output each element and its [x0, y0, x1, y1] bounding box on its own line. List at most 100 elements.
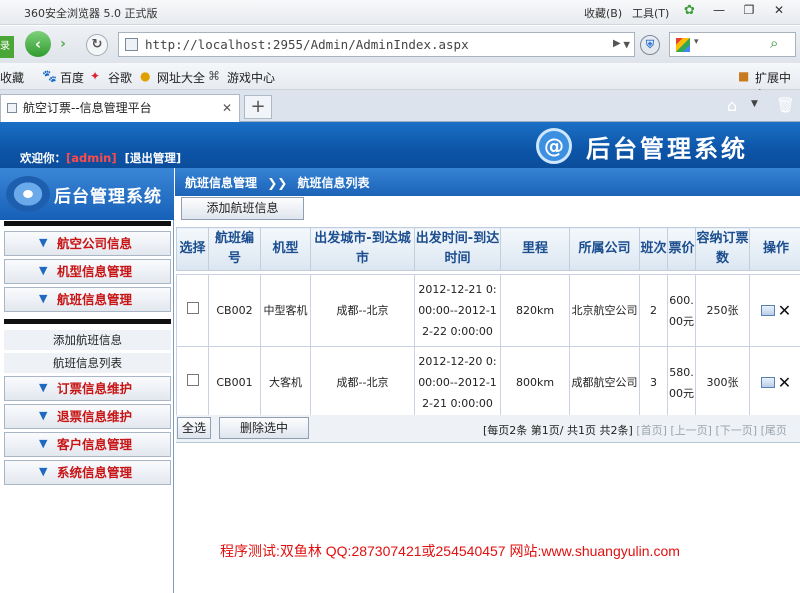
browser-title-bar: 360安全浏览器 5.0 正式版 收藏(B) 工具(T) ✿ — ❐ ✕: [0, 0, 800, 25]
bookmark-webnav[interactable]: 网址大全: [157, 69, 205, 86]
search-icon[interactable]: ⌕: [770, 34, 778, 52]
webnav-icon: ●: [140, 69, 151, 83]
pager-total: 共2条]: [599, 424, 633, 437]
pager-next[interactable]: [下一页]: [715, 424, 757, 437]
login-button[interactable]: 录: [0, 36, 14, 58]
table-row: CB002 中型客机 成都--北京 2012-12-21 0:00:00--20…: [176, 274, 800, 347]
sidebar-item-customer[interactable]: ▼ 客户信息管理: [4, 432, 171, 457]
cell-company: 北京航空公司: [569, 274, 640, 347]
cell-route: 成都--北京: [310, 274, 415, 347]
row-checkbox[interactable]: [186, 302, 199, 314]
sidebar-item-label: 航班信息管理: [57, 292, 133, 307]
tools-menu[interactable]: 工具(T): [632, 5, 669, 21]
sidebar-brand-title: 后台管理系统: [54, 187, 162, 207]
system-logo-icon: @: [536, 128, 572, 164]
tab-active[interactable]: 航空订票--信息管理平台 ✕: [0, 94, 240, 122]
column-header: 票价: [667, 227, 696, 271]
pager-prev[interactable]: [上一页]: [670, 424, 712, 437]
sidebar-item-airline[interactable]: ▼ 航空公司信息: [4, 231, 171, 256]
go-icon[interactable]: ▶: [613, 38, 625, 50]
cell-type: 大客机: [260, 346, 311, 419]
sidebar-sub-flight-list[interactable]: 航班信息列表: [4, 353, 171, 373]
sidebar-item-refund[interactable]: ▼ 退票信息维护: [4, 404, 171, 429]
delete-selected-button[interactable]: 删除选中: [219, 417, 309, 439]
sidebar-item-label: 系统信息管理: [57, 465, 133, 480]
pager-total-pages: 共1页: [567, 424, 596, 437]
add-flight-button[interactable]: 添加航班信息: [181, 197, 304, 220]
brand-logo-icon: [6, 176, 50, 212]
sidebar: 后台管理系统 ▼ 航空公司信息 ▼ 机型信息管理 ▼ 航班信息管理 添加航班信息 航班…: [0, 168, 174, 593]
sidebar-item-booking[interactable]: ▼ 订票信息维护: [4, 376, 171, 401]
edit-icon[interactable]: [760, 305, 775, 317]
delete-icon[interactable]: ✕: [778, 372, 791, 393]
back-icon[interactable]: ‹: [25, 31, 51, 57]
breadcrumb-page: 航班信息列表: [297, 176, 370, 190]
divider: [4, 221, 171, 226]
sidebar-sub-add-flight[interactable]: 添加航班信息: [4, 330, 171, 350]
sidebar-item-label: 客户信息管理: [57, 437, 133, 452]
menu-icon: ▼: [39, 236, 48, 249]
menu-icon: ▼: [39, 465, 48, 478]
skin-icon[interactable]: ✿: [684, 3, 695, 18]
bookmark-baidu[interactable]: 百度: [60, 69, 84, 86]
maximize-icon[interactable]: ❐: [738, 3, 760, 19]
pager-per-page: [每页2条: [483, 424, 528, 437]
address-url[interactable]: http://localhost:2955/Admin/AdminIndex.a…: [145, 33, 469, 56]
tab-page-icon: [7, 103, 17, 113]
search-box[interactable]: ▾ ⌕: [669, 32, 796, 57]
cell-trips: 2: [639, 274, 668, 347]
cell-time: 2012-12-20 0:00:00--2012-12-21 0:00:00: [414, 346, 501, 419]
bookmark-google[interactable]: 谷歌: [108, 69, 132, 86]
menu-icon: ▼: [39, 437, 48, 450]
gamepad-icon: ⌘: [208, 69, 220, 83]
sidebar-item-label: 订票信息维护: [57, 381, 133, 396]
cell-price: 580.00元: [667, 346, 696, 419]
edit-icon[interactable]: [760, 377, 775, 389]
logout-link[interactable]: [退出管理]: [125, 151, 182, 165]
sidebar-item-label: 机型信息管理: [57, 264, 133, 279]
flight-table: 选择 航班编号 机型 出发城市-到达城市 出发时间-到达时间 里程 所属公司 班…: [176, 227, 800, 419]
row-checkbox[interactable]: [186, 374, 199, 386]
tab-title: 航空订票--信息管理平台: [23, 101, 152, 115]
google-icon[interactable]: [676, 38, 690, 52]
baidu-icon: 🐾: [42, 69, 57, 83]
column-header: 里程: [500, 227, 570, 271]
sidebar-item-system[interactable]: ▼ 系统信息管理: [4, 460, 171, 485]
menu-icon: ▼: [39, 381, 48, 394]
address-bar[interactable]: http://localhost:2955/Admin/AdminIndex.a…: [118, 32, 635, 57]
refresh-icon[interactable]: ↻: [86, 34, 108, 56]
sidebar-item-aircraft[interactable]: ▼ 机型信息管理: [4, 259, 171, 284]
forward-icon[interactable]: ›: [54, 35, 72, 53]
minimize-icon[interactable]: —: [708, 3, 730, 19]
favorites-menu[interactable]: 收藏(B): [584, 5, 622, 21]
home-icon[interactable]: ⌂: [727, 96, 737, 115]
google-bookmark-icon: ✦: [90, 69, 101, 83]
cell-seats: 300张: [695, 346, 750, 419]
cell-company: 成都航空公司: [569, 346, 640, 419]
tab-close-icon[interactable]: ✕: [222, 95, 232, 121]
system-title: 后台管理系统: [586, 135, 748, 163]
welcome-label: 欢迎你：: [20, 151, 66, 165]
pager: [每页2条 第1页/ 共1页 共2条] [首页] [上一页] [下一页] [尾页: [483, 424, 787, 437]
menu-icon: ▼: [39, 292, 48, 305]
sidebar-brand: 后台管理系统: [0, 168, 174, 220]
cell-route: 成都--北京: [310, 346, 415, 419]
credits-footer: 程序测试:双鱼林 QQ:287307421或254540457 网站:www.s…: [220, 543, 680, 559]
home-dropdown-icon[interactable]: ▼: [751, 99, 758, 109]
delete-icon[interactable]: ✕: [778, 300, 791, 321]
table-header: 选择 航班编号 机型 出发城市-到达城市 出发时间-到达时间 里程 所属公司 班…: [176, 227, 800, 271]
trash-icon[interactable]: 🗑: [776, 96, 795, 114]
cell-code: CB002: [208, 274, 261, 347]
select-all-button[interactable]: 全选: [177, 417, 211, 439]
sidebar-item-label: 航空公司信息: [57, 236, 133, 251]
column-header: 班次: [639, 227, 668, 271]
close-window-icon[interactable]: ✕: [768, 3, 790, 19]
pager-first[interactable]: [首页]: [636, 424, 667, 437]
bookmark-games[interactable]: 游戏中心: [227, 69, 275, 86]
shield-icon[interactable]: ⛨: [640, 35, 660, 55]
pager-last[interactable]: [尾页: [761, 424, 787, 437]
sidebar-item-flight[interactable]: ▼ 航班信息管理: [4, 287, 171, 312]
bookmark-favorites[interactable]: 收藏: [0, 69, 24, 86]
new-tab-button[interactable]: +: [244, 95, 272, 119]
column-header: 容纳订票数: [695, 227, 750, 271]
